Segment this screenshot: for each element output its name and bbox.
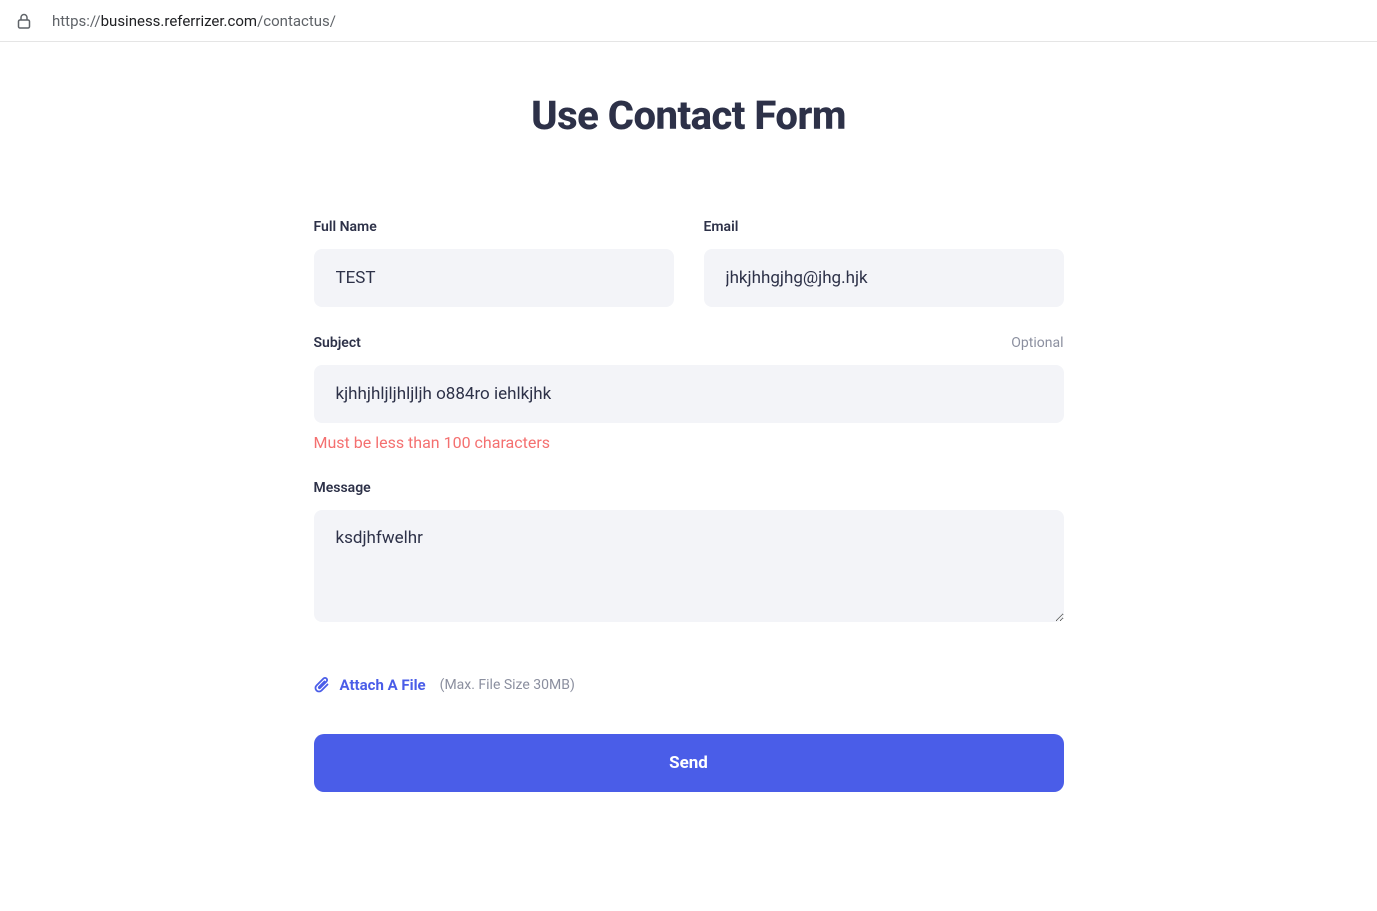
form-group-message: Message bbox=[314, 480, 1064, 626]
url-display[interactable]: https://business.referrizer.com/contactu… bbox=[52, 12, 336, 30]
page-content: Use Contact Form Full Name Email Subject… bbox=[0, 42, 1377, 792]
form-group-email: Email bbox=[704, 219, 1064, 307]
contact-form-container: Use Contact Form Full Name Email Subject… bbox=[314, 92, 1064, 792]
url-path: /contactus/ bbox=[257, 12, 336, 30]
page-title: Use Contact Form bbox=[314, 92, 1064, 139]
email-label: Email bbox=[704, 219, 739, 235]
attach-file-label: Attach A File bbox=[340, 676, 426, 694]
message-textarea[interactable] bbox=[314, 510, 1064, 622]
attach-file-row[interactable]: Attach A File (Max. File Size 30MB) bbox=[314, 676, 1064, 694]
label-row: Email bbox=[704, 219, 1064, 235]
paperclip-icon bbox=[314, 676, 330, 694]
url-domain: business.referrizer.com bbox=[101, 12, 257, 30]
lock-icon bbox=[16, 13, 32, 29]
email-input[interactable] bbox=[704, 249, 1064, 307]
form-group-subject: Subject Optional Must be less than 100 c… bbox=[314, 335, 1064, 452]
subject-input[interactable] bbox=[314, 365, 1064, 423]
message-label: Message bbox=[314, 480, 371, 496]
full-name-input[interactable] bbox=[314, 249, 674, 307]
label-row: Message bbox=[314, 480, 1064, 496]
label-row: Full Name bbox=[314, 219, 674, 235]
full-name-label: Full Name bbox=[314, 219, 377, 235]
subject-error-text: Must be less than 100 characters bbox=[314, 433, 1064, 452]
url-protocol: https:// bbox=[52, 12, 101, 30]
label-row: Subject Optional bbox=[314, 335, 1064, 351]
subject-optional-text: Optional bbox=[1011, 335, 1063, 351]
send-button[interactable]: Send bbox=[314, 734, 1064, 792]
attach-file-hint: (Max. File Size 30MB) bbox=[440, 677, 575, 693]
subject-label: Subject bbox=[314, 335, 361, 351]
browser-address-bar: https://business.referrizer.com/contactu… bbox=[0, 0, 1377, 42]
form-row-name-email: Full Name Email bbox=[314, 219, 1064, 307]
form-group-full-name: Full Name bbox=[314, 219, 674, 307]
